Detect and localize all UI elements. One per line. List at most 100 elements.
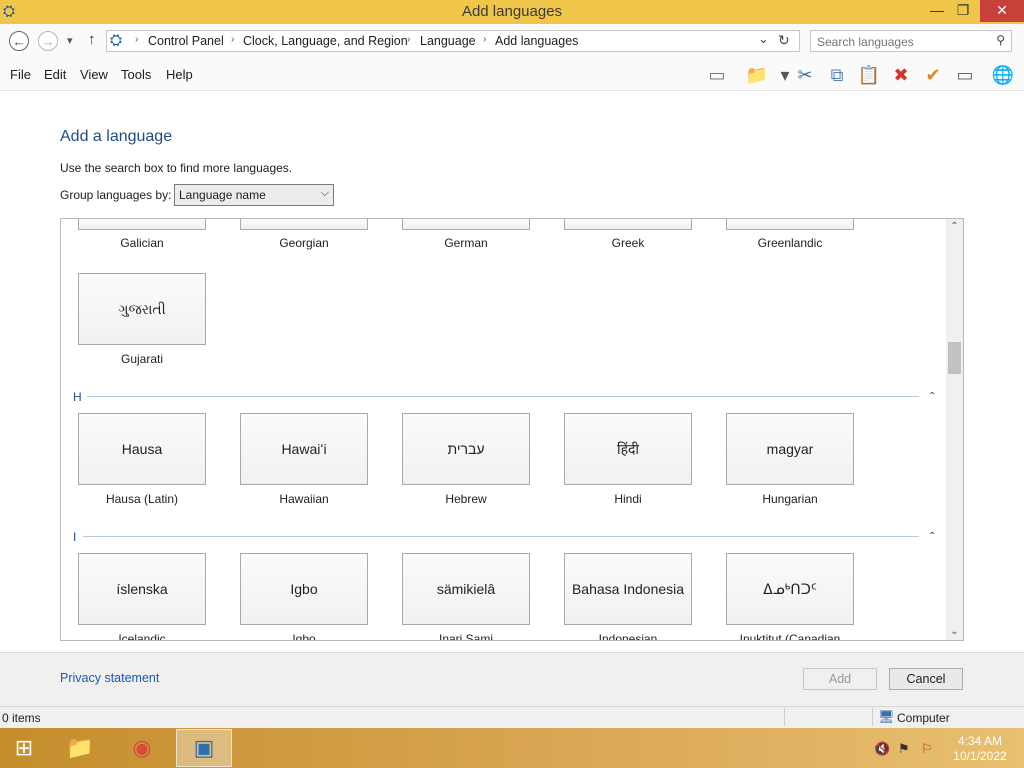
breadcrumb-language[interactable]: Language [420,34,476,48]
vertical-scrollbar[interactable] [946,219,963,640]
control-panel-taskbar-icon[interactable]: ▣ [184,732,224,764]
address-history-dropdown[interactable]: ⌄ [758,31,769,47]
collapse-group-icon[interactable]: ⌃ [928,531,936,542]
language-tile-igbo[interactable]: Igbo [240,553,368,625]
language-tile-german[interactable] [402,219,530,230]
language-name: Hungarian [762,492,818,506]
menu-file[interactable]: File [10,67,31,82]
status-location: Computer [897,711,950,725]
breadcrumb-separator[interactable]: › [483,34,486,45]
check-icon[interactable]: ✔ [920,63,946,87]
up-button[interactable]: ↑ [88,31,96,48]
language-name: German [444,236,488,250]
language-list[interactable]: Galician Georgian German Greek Greenland… [60,218,964,641]
cancel-button[interactable]: Cancel [889,668,963,690]
page-hint: Use the search box to find more language… [60,161,293,175]
search-icon[interactable]: ⚲ [996,33,1005,47]
item-count: 0 items [2,711,41,725]
scrollbar-thumb[interactable] [948,342,961,374]
menu-tools[interactable]: Tools [121,67,151,82]
system-clock[interactable]: 4:34 AM 10/1/2022 [944,734,1016,764]
delete-icon[interactable]: ✖ [888,63,914,87]
volume-muted-icon[interactable]: 🔇 [874,741,890,757]
language-name: Hebrew [445,492,487,506]
language-tile-hebrew[interactable]: עברית [402,413,530,485]
page-title: Add a language [60,128,173,145]
start-button[interactable]: ⊞ [4,732,44,764]
breadcrumb-separator[interactable]: › [231,34,234,45]
window-title: Add languages [461,3,563,20]
language-name: Hindi [614,492,642,506]
breadcrumb-clock-language-region[interactable]: Clock, Language, and Region [243,34,408,48]
language-name: Galician [120,236,164,250]
close-window-button[interactable]: ✕ [980,0,1024,22]
action-center-icon[interactable]: ⚐ [921,741,933,757]
language-name: Indonesian [598,632,658,641]
folder-properties-icon[interactable]: 📁 [744,63,770,87]
language-name: Inari Sami [438,632,494,641]
privacy-statement-link[interactable]: Privacy statement [60,671,159,685]
menu-help[interactable]: Help [166,67,193,82]
language-name: Inuktitut (Canadian [739,632,841,641]
scroll-up-icon[interactable]: ⌃ [946,221,963,232]
network-icon[interactable]: ⚑ [898,741,910,757]
language-tile-inuktitut[interactable]: ᐃᓄᒃᑎᑐᑦ [726,553,854,625]
language-tile-gujarati[interactable]: ગુજરાતી [78,273,206,345]
chevron-down-icon: ⌵ [320,187,329,199]
menu-edit[interactable]: Edit [44,67,66,82]
language-tile-icelandic[interactable]: íslenska [78,553,206,625]
group-header-i[interactable]: I [73,530,76,544]
language-tile-inari-sami[interactable]: sämikielâ [402,553,530,625]
language-name: Greenlandic [757,236,823,250]
refresh-button[interactable]: ↻ [778,32,790,49]
globe-icon[interactable]: 🌐 [990,63,1016,87]
paste-icon[interactable]: 📋 [856,63,882,87]
clock-time: 4:34 AM [957,734,1003,748]
status-divider [784,708,785,726]
language-tile-hungarian[interactable]: magyar [726,413,854,485]
language-name: Igbo [292,632,316,641]
breadcrumb-control-panel[interactable]: Control Panel [148,34,224,48]
menu-view[interactable]: View [80,67,108,82]
search-input[interactable] [815,33,989,51]
language-name: Georgian [279,236,329,250]
restore-button[interactable]: ❐ [948,0,978,22]
language-tile-georgian[interactable] [240,219,368,230]
language-name: Hawaiian [279,492,329,506]
breadcrumb-separator[interactable]: › [407,34,410,45]
language-tile-galician[interactable] [78,219,206,230]
breadcrumb-add-languages[interactable]: Add languages [495,34,578,48]
language-tile-greek[interactable] [564,219,692,230]
language-tile-hindi[interactable]: हिंदी [564,413,692,485]
add-button[interactable]: Add [803,668,877,690]
status-divider [872,708,873,726]
language-name: Hausa (Latin) [105,492,179,506]
chrome-icon[interactable]: ◉ [122,732,162,764]
group-by-label: Group languages by: [60,188,172,202]
control-panel-icon: ⛭ [110,32,123,49]
language-tile-hausa[interactable]: Hausa [78,413,206,485]
clock-date: 10/1/2022 [953,749,1007,763]
back-button[interactable]: ← [9,31,29,51]
properties-icon[interactable]: ▭ [952,63,978,87]
scroll-down-icon[interactable]: ⌄ [946,626,963,637]
forward-button[interactable]: → [38,31,58,51]
cut-icon[interactable]: ✂ [792,63,818,87]
language-tile-greenlandic[interactable] [726,219,854,230]
group-by-select[interactable]: Language name ⌵ [174,184,334,206]
language-tile-indonesian[interactable]: Bahasa Indonesia [564,553,692,625]
group-divider [87,396,919,397]
group-header-h[interactable]: H [73,390,82,404]
breadcrumb-separator[interactable]: › [135,34,138,45]
computer-icon: 🖥 [878,709,895,724]
language-name: Greek [611,236,645,250]
copy-icon[interactable]: ⧉ [824,63,850,87]
file-explorer-icon[interactable]: 📁 [60,732,100,764]
language-name: Gujarati [120,352,164,366]
layout-pane-icon[interactable]: ▭ [704,63,730,87]
search-box[interactable]: ⚲ [810,30,1012,52]
recent-locations-dropdown[interactable]: ▾ [67,34,73,47]
collapse-group-icon[interactable]: ⌃ [928,391,936,402]
group-by-value: Language name [179,188,266,202]
language-tile-hawaiian[interactable]: Hawaiʻi [240,413,368,485]
